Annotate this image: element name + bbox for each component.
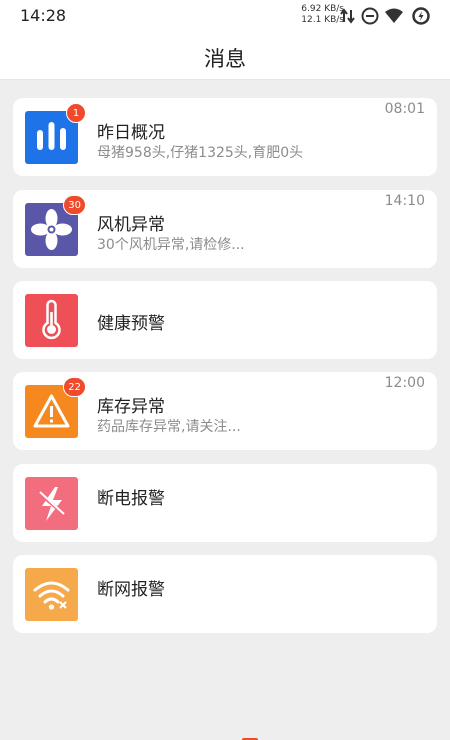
- wifi-off-icon: [25, 568, 78, 621]
- message-preview: 母猪958头,仔猪1325头,育肥0头: [97, 145, 304, 161]
- data-transfer-icon: [340, 8, 355, 24]
- message-title: 风机异常: [97, 215, 165, 235]
- message-card-health-warning[interactable]: 健康预警: [13, 281, 437, 359]
- message-time: 12:00: [384, 375, 425, 391]
- unread-badge: 30: [63, 195, 86, 215]
- thermometer-icon: [25, 294, 78, 347]
- message-time: 14:10: [384, 193, 425, 209]
- message-title: 断电报警: [97, 489, 165, 509]
- message-card-power-outage-alarm[interactable]: 断电报警: [13, 464, 437, 542]
- message-title: 断网报警: [97, 580, 165, 600]
- wifi-icon: [385, 8, 403, 23]
- battery-saver-icon: [412, 7, 430, 25]
- bar-chart-icon: 1: [25, 103, 86, 164]
- message-card-network-outage-alarm[interactable]: 断网报警: [13, 555, 437, 633]
- page-title: 消息: [204, 47, 246, 71]
- do-not-disturb-icon: [361, 7, 379, 25]
- message-time: 08:01: [384, 101, 425, 117]
- message-title: 库存异常: [97, 397, 165, 417]
- message-preview: 30个风机异常,请检修...: [97, 237, 245, 253]
- warning-icon: 22: [25, 377, 86, 438]
- message-card-fan-abnormal[interactable]: 30 14:10 风机异常 30个风机异常,请检修...: [13, 190, 437, 268]
- fan-icon: 30: [25, 195, 86, 256]
- message-card-daily-summary[interactable]: 1 08:01 昨日概况 母猪958头,仔猪1325头,育肥0头: [13, 98, 437, 176]
- message-preview: 药品库存异常,请关注...: [97, 419, 241, 435]
- status-time: 14:28: [20, 6, 67, 25]
- message-card-inventory-abnormal[interactable]: 22 12:00 库存异常 药品库存异常,请关注...: [13, 372, 437, 450]
- status-bar: 14:28 6.92 KB/s 12.1 KB/s: [0, 0, 450, 32]
- message-title: 健康预警: [97, 314, 165, 334]
- message-title: 昨日概况: [97, 123, 165, 143]
- unread-badge: 1: [66, 103, 86, 123]
- unread-badge: 22: [63, 377, 86, 397]
- app-header: 消息: [0, 32, 450, 80]
- power-off-icon: [25, 477, 78, 530]
